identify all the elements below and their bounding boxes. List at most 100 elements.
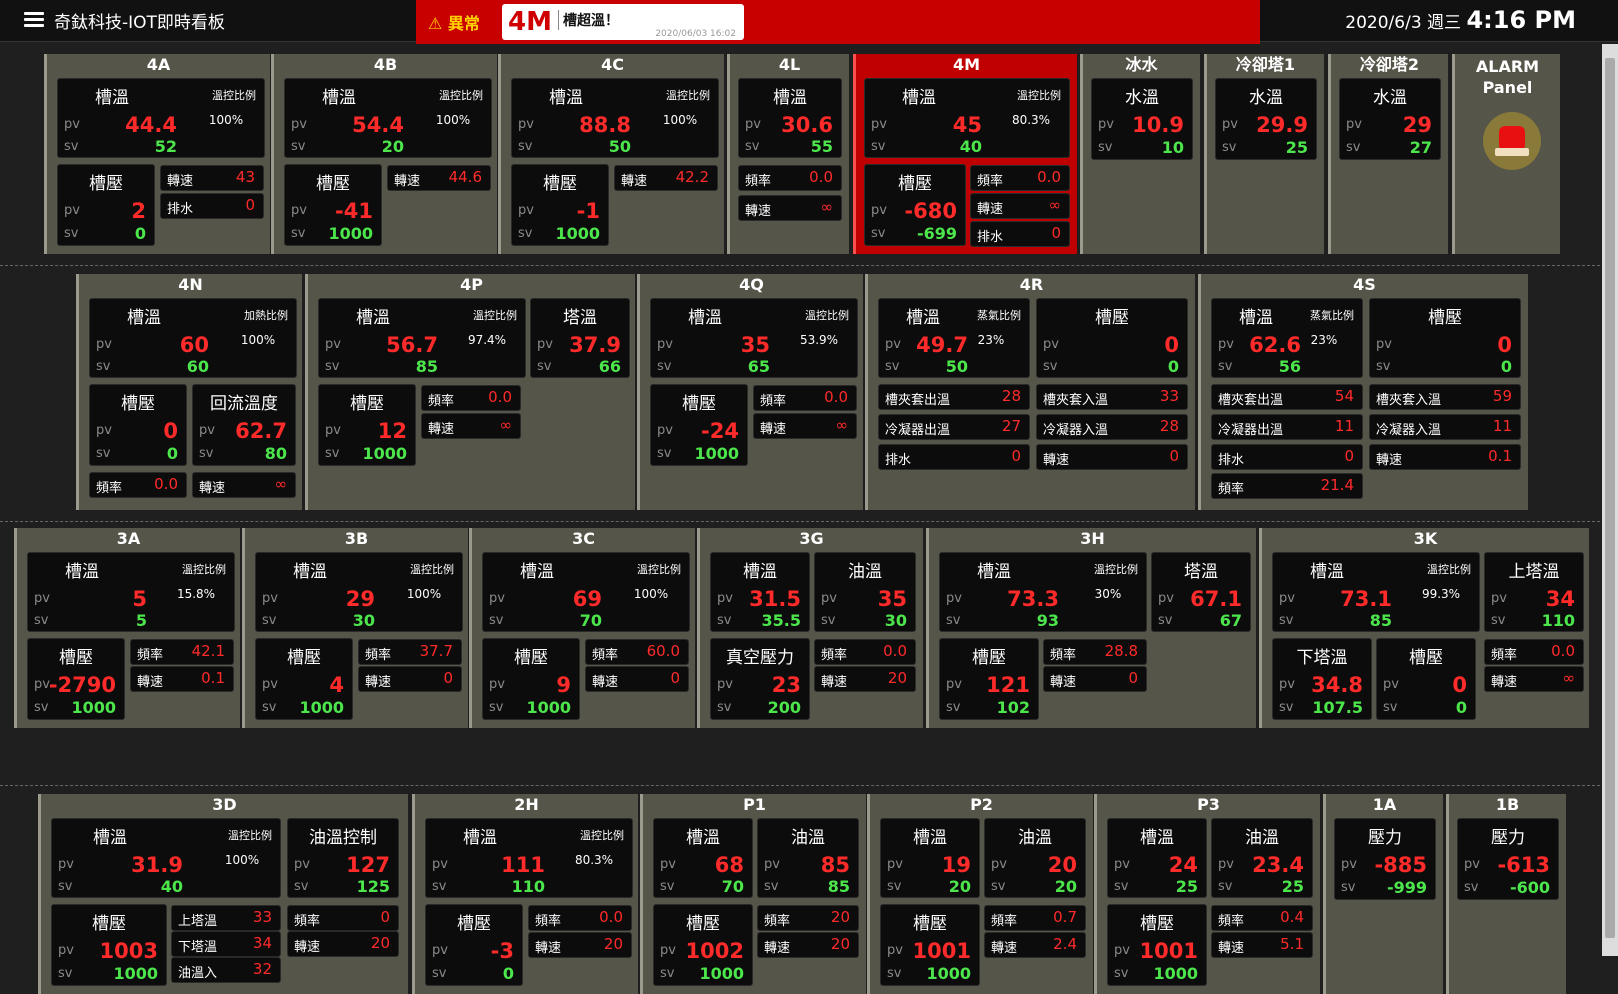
3g-press-block[interactable]: 真空壓力 pv sv 23 200 xyxy=(710,638,810,720)
3d-extra-block[interactable]: 油溫控制 pv sv 127 125 xyxy=(287,818,399,898)
4n-cell[interactable]: 頻率 0.0 xyxy=(89,472,187,498)
2h-press-block[interactable]: 槽壓 pv sv -3 0 xyxy=(425,904,523,986)
4s-cell[interactable]: 排水 0 xyxy=(1211,444,1363,470)
4l-cell[interactable]: 轉速 ∞ xyxy=(738,195,842,221)
4r-temp-block[interactable]: 槽溫 蒸氣比例 23% pv sv 49.7 50 xyxy=(878,298,1030,378)
p3-temp-block[interactable]: 槽溫 pv sv 24 25 xyxy=(1107,818,1207,898)
unit-4r[interactable]: 4R 槽溫 蒸氣比例 23% pv sv 49.7 50 槽壓 pv sv 0 0 槽夾套出溫 28 槽夾套入… xyxy=(865,274,1195,510)
3a-press-block[interactable]: 槽壓 pv sv -2790 1000 xyxy=(27,638,125,720)
p1-press-block[interactable]: 槽壓 pv sv 1002 1000 xyxy=(653,904,753,986)
3d-temp-block[interactable]: 槽溫 溫控比例 100% pv sv 31.9 40 xyxy=(51,818,281,898)
p2-extra-block[interactable]: 油溫 pv sv 20 20 xyxy=(984,818,1086,898)
4a-press-block[interactable]: 槽壓 pv sv 2 0 xyxy=(57,164,155,246)
4m-temp-block[interactable]: 槽溫 溫控比例 80.3% pv sv 45 40 xyxy=(864,78,1070,158)
4b-press-block[interactable]: 槽壓 pv sv -41 1000 xyxy=(284,164,382,246)
3g-cell[interactable]: 轉速 20 xyxy=(814,666,916,692)
unit-4a[interactable]: 4A 槽溫 溫控比例 100% pv sv 44.4 52 槽壓 pv sv 2 0 轉速 43 排水 0 xyxy=(44,54,270,254)
4q-temp-block[interactable]: 槽溫 溫控比例 53.9% pv sv 35 65 xyxy=(650,298,858,378)
4r-cell[interactable]: 冷凝器出溫 27 xyxy=(878,414,1030,440)
p3-extra-block[interactable]: 油溫 pv sv 23.4 25 xyxy=(1211,818,1313,898)
3c-temp-block[interactable]: 槽溫 溫控比例 100% pv sv 69 70 xyxy=(482,552,690,632)
4r-cell[interactable]: 槽夾套出溫 28 xyxy=(878,384,1030,410)
unit-4l[interactable]: 4L 槽溫 pv sv 30.6 55 頻率 0.0 轉速 ∞ xyxy=(727,54,849,254)
unit-2h[interactable]: 2H 槽溫 溫控比例 80.3% pv sv 111 110 槽壓 pv sv -3 0 頻率 0.0 轉速 2… xyxy=(412,794,638,994)
4m-press-block[interactable]: 槽壓 pv sv -680 -699 xyxy=(864,164,966,246)
4s-cell[interactable]: 冷凝器入溫 11 xyxy=(1369,414,1521,440)
ct2-temp-block[interactable]: 水溫 pv sv 29 27 xyxy=(1339,78,1441,160)
p3-cell[interactable]: 頻率 0.4 xyxy=(1211,905,1313,931)
3h-cell[interactable]: 轉速 0 xyxy=(1043,666,1147,692)
4p-cell[interactable]: 轉速 ∞ xyxy=(421,413,521,439)
unit-4p[interactable]: 4P 槽溫 溫控比例 97.4% pv sv 56.7 85 塔溫 pv sv 37.9 66 槽壓 pv s… xyxy=(305,274,635,510)
scrollbar-thumb[interactable] xyxy=(1605,58,1615,938)
3d-cell[interactable]: 油溫入 32 xyxy=(171,957,281,983)
unit-ct1[interactable]: 冷卻塔1 水溫 pv sv 29.9 25 xyxy=(1204,54,1324,254)
4r-cell[interactable]: 轉速 0 xyxy=(1036,444,1188,470)
p1-temp-block[interactable]: 槽溫 pv sv 68 70 xyxy=(653,818,753,898)
3c-press-block[interactable]: 槽壓 pv sv 9 1000 xyxy=(482,638,580,720)
4s-temp-block[interactable]: 槽溫 蒸氣比例 23% pv sv 62.6 56 xyxy=(1211,298,1363,378)
3b-cell[interactable]: 轉速 0 xyxy=(358,666,462,692)
4p-cell[interactable]: 頻率 0.0 xyxy=(421,385,521,411)
4s-press-block[interactable]: 槽壓 pv sv 0 0 xyxy=(1369,298,1521,378)
4r-press-block[interactable]: 槽壓 pv sv 0 0 xyxy=(1036,298,1188,378)
3k-press2-block[interactable]: 槽壓 pv sv 0 0 xyxy=(1376,638,1476,720)
p2-press-block[interactable]: 槽壓 pv sv 1001 1000 xyxy=(880,904,980,986)
4m-cell[interactable]: 排水 0 xyxy=(970,221,1070,247)
siren-icon[interactable] xyxy=(1483,112,1541,170)
ct1-temp-block[interactable]: 水溫 pv sv 29.9 25 xyxy=(1215,78,1317,160)
3d-cell[interactable]: 頻率 0 xyxy=(287,905,399,931)
4c-press-block[interactable]: 槽壓 pv sv -1 1000 xyxy=(511,164,609,246)
alarm-panel[interactable]: ALARM Panel xyxy=(1452,54,1560,254)
4q-press-block[interactable]: 槽壓 pv sv -24 1000 xyxy=(650,384,748,466)
4c-temp-block[interactable]: 槽溫 溫控比例 100% pv sv 88.8 50 xyxy=(511,78,719,158)
unit-p3[interactable]: P3 槽溫 pv sv 24 25 油溫 pv sv 23.4 25 槽壓 pv sv 1001 1000 頻率… xyxy=(1094,794,1320,994)
p2-cell[interactable]: 頻率 0.7 xyxy=(984,905,1086,931)
p1-extra-block[interactable]: 油溫 pv sv 85 85 xyxy=(757,818,859,898)
4r-cell[interactable]: 槽夾套入溫 33 xyxy=(1036,384,1188,410)
4a-cell[interactable]: 轉速 43 xyxy=(160,165,264,191)
alarm-banner[interactable]: ⚠ 異常 4M 槽超溫！ 2020/06/03 16:02 xyxy=(416,0,1260,44)
unit-p2[interactable]: P2 槽溫 pv sv 19 20 油溫 pv sv 20 20 槽壓 pv sv 1001 1000 頻率 0.… xyxy=(867,794,1093,994)
3k-cell[interactable]: 頻率 0.0 xyxy=(1484,639,1584,665)
3a-temp-block[interactable]: 槽溫 溫控比例 15.8% pv sv 5 5 xyxy=(27,552,235,632)
3b-cell[interactable]: 頻率 37.7 xyxy=(358,639,462,665)
unit-3c[interactable]: 3C 槽溫 溫控比例 100% pv sv 69 70 槽壓 pv sv 9 1000 頻率 60.0 轉速 0 xyxy=(469,528,695,728)
ice-temp-block[interactable]: 水溫 pv sv 10.9 10 xyxy=(1091,78,1193,160)
1a-temp-block[interactable]: 壓力 pv sv -885 -999 xyxy=(1334,818,1436,900)
p1-cell[interactable]: 頻率 20 xyxy=(757,905,859,931)
4s-cell[interactable]: 槽夾套入溫 59 xyxy=(1369,384,1521,410)
4a-temp-block[interactable]: 槽溫 溫控比例 100% pv sv 44.4 52 xyxy=(57,78,265,158)
2h-temp-block[interactable]: 槽溫 溫控比例 80.3% pv sv 111 110 xyxy=(425,818,633,898)
4s-cell[interactable]: 頻率 21.4 xyxy=(1211,473,1363,499)
4n-temp-block[interactable]: 槽溫 加熱比例 100% pv sv 60 60 xyxy=(89,298,297,378)
4n-extra-block[interactable]: 回流溫度 pv sv 62.7 80 xyxy=(192,384,296,466)
unit-3b[interactable]: 3B 槽溫 溫控比例 100% pv sv 29 30 槽壓 pv sv 4 1000 頻率 37.7 轉速 0 xyxy=(242,528,468,728)
3d-cell[interactable]: 下塔溫 34 xyxy=(171,931,281,957)
unit-ice[interactable]: 冰水 水溫 pv sv 10.9 10 xyxy=(1080,54,1200,254)
vertical-scrollbar[interactable] xyxy=(1602,44,1618,956)
2h-cell[interactable]: 頻率 0.0 xyxy=(528,905,632,931)
unit-3d[interactable]: 3D 槽溫 溫控比例 100% pv sv 31.9 40 油溫控制 pv sv 127 125 槽壓 pv… xyxy=(38,794,408,994)
4p-press-block[interactable]: 槽壓 pv sv 12 1000 xyxy=(318,384,416,466)
3k-press-block[interactable]: 下塔溫 pv sv 34.8 107.5 xyxy=(1272,638,1372,720)
unit-1a[interactable]: 1A 壓力 pv sv -885 -999 xyxy=(1323,794,1443,994)
3k-temp-block[interactable]: 槽溫 溫控比例 99.3% pv sv 73.1 85 xyxy=(1272,552,1480,632)
3k-cell[interactable]: 轉速 ∞ xyxy=(1484,666,1584,692)
4n-press-block[interactable]: 槽壓 pv sv 0 0 xyxy=(89,384,187,466)
unit-3h[interactable]: 3H 槽溫 溫控比例 30% pv sv 73.3 93 塔溫 pv sv 67.1 67 槽壓 pv sv 1… xyxy=(926,528,1256,728)
4m-cell[interactable]: 頻率 0.0 xyxy=(970,165,1070,191)
3c-cell[interactable]: 頻率 60.0 xyxy=(585,639,689,665)
3a-cell[interactable]: 轉速 0.1 xyxy=(130,666,234,692)
unit-3a[interactable]: 3A 槽溫 溫控比例 15.8% pv sv 5 5 槽壓 pv sv -2790 1000 頻率 42.1… xyxy=(14,528,240,728)
unit-ct2[interactable]: 冷卻塔2 水溫 pv sv 29 27 xyxy=(1328,54,1448,254)
alarm-card[interactable]: 4M 槽超溫！ 2020/06/03 16:02 xyxy=(502,4,744,40)
3h-extra-block[interactable]: 塔溫 pv sv 67.1 67 xyxy=(1151,552,1251,632)
unit-1b[interactable]: 1B 壓力 pv sv -613 -600 xyxy=(1446,794,1566,994)
3b-temp-block[interactable]: 槽溫 溫控比例 100% pv sv 29 30 xyxy=(255,552,463,632)
3d-cell[interactable]: 轉速 20 xyxy=(287,931,399,957)
4s-cell[interactable]: 槽夾套出溫 54 xyxy=(1211,384,1363,410)
4c-cell[interactable]: 轉速 42.2 xyxy=(614,165,718,191)
unit-4b[interactable]: 4B 槽溫 溫控比例 100% pv sv 54.4 20 槽壓 pv sv -41 1000 轉速 44.… xyxy=(271,54,497,254)
unit-3g[interactable]: 3G 槽溫 pv sv 31.5 35.5 油溫 pv sv 35 30 真空壓力 pv sv 23 200 頻… xyxy=(697,528,923,728)
